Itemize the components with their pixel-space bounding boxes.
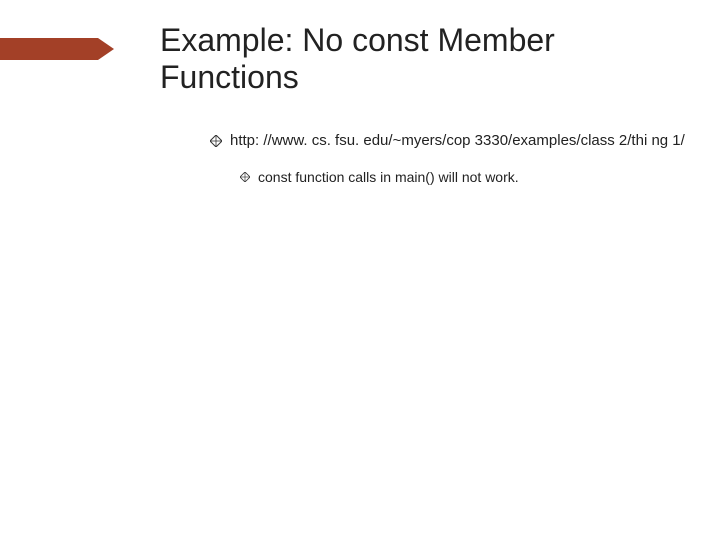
slide-content: http: //www. cs. fsu. edu/~myers/cop 333… xyxy=(210,132,690,186)
accent-bar xyxy=(0,38,98,60)
diamond-bullet-icon xyxy=(210,135,222,147)
diamond-bullet-icon xyxy=(240,172,250,182)
bullet-text: http: //www. cs. fsu. edu/~myers/cop 333… xyxy=(230,132,690,151)
accent-arrowhead xyxy=(98,38,114,60)
list-item: http: //www. cs. fsu. edu/~myers/cop 333… xyxy=(210,132,690,151)
sublist: const function calls in main() will not … xyxy=(240,169,690,187)
bullet-text: const function calls in main() will not … xyxy=(258,169,690,187)
slide-title: Example: No const Member Functions xyxy=(160,22,680,96)
list-item: const function calls in main() will not … xyxy=(240,169,690,187)
